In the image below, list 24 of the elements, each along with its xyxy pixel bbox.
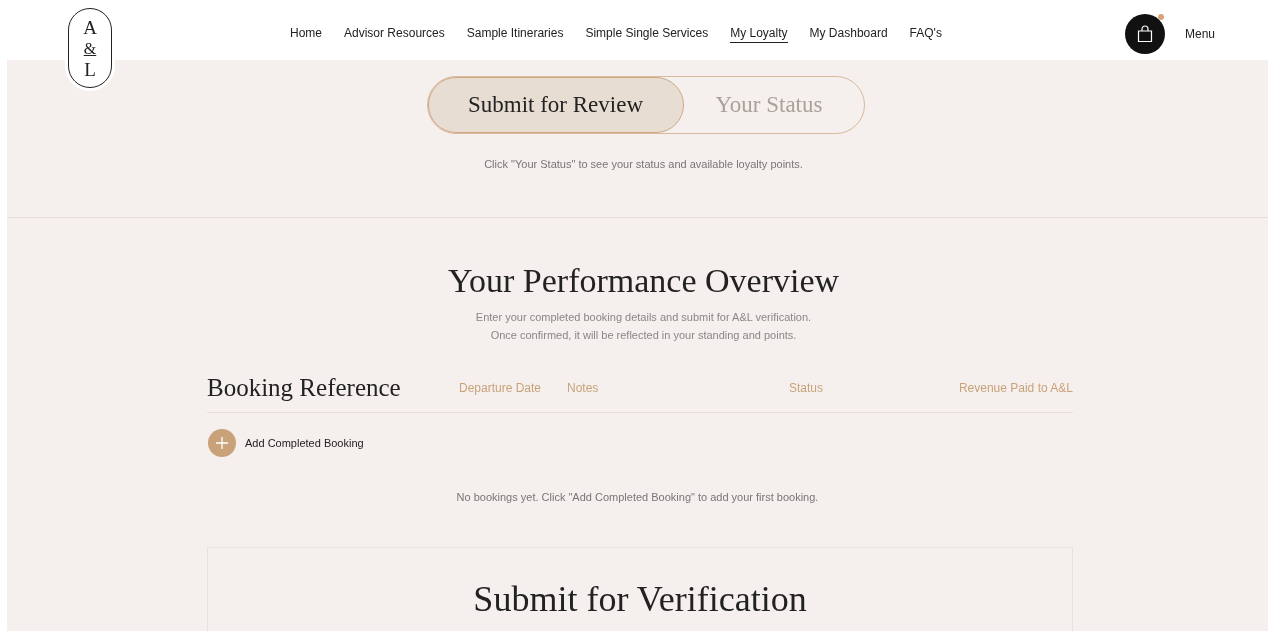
menu-link[interactable]: Menu [1184, 27, 1215, 41]
column-header: Revenue Paid to A&L [958, 381, 1073, 395]
tab[interactable]: Submit for Review [427, 77, 684, 133]
shopping-bag-icon [1136, 25, 1153, 43]
nav-link[interactable]: Simple Single Services [585, 25, 709, 43]
column-header: Status [789, 381, 825, 395]
nav-link[interactable]: Sample Itineraries [466, 25, 564, 43]
nav-link[interactable]: My Loyalty [730, 25, 788, 43]
nav-link[interactable]: Advisor Resources [344, 25, 445, 43]
logo[interactable]: A & L [68, 8, 112, 88]
nav-link[interactable]: My Dashboard [809, 25, 888, 43]
card-title: Submit for Verification [473, 578, 807, 621]
nav-link[interactable]: Home [290, 25, 322, 43]
section-title: Your Performance Overview [447, 262, 840, 300]
add-booking-button[interactable]: Add Completed Booking [208, 429, 364, 457]
plus-icon [208, 429, 236, 457]
section-description: Enter your completed booking details and submit for A&L verification. Once confirmed, it will be reflected in your standing and points. [475, 310, 812, 343]
cart-button[interactable] [1124, 14, 1165, 54]
nav-link[interactable]: FAQ's [909, 25, 942, 43]
column-header: Booking Reference [207, 374, 402, 402]
tabs-hint: Click "Your Status" to see your status and available loyalty points. [484, 158, 803, 170]
column-header: Departure Date [459, 381, 543, 395]
column-header: Notes [567, 381, 600, 395]
empty-message: No bookings yet. Click "Add Completed Booking" to add your first booking. [456, 491, 819, 503]
